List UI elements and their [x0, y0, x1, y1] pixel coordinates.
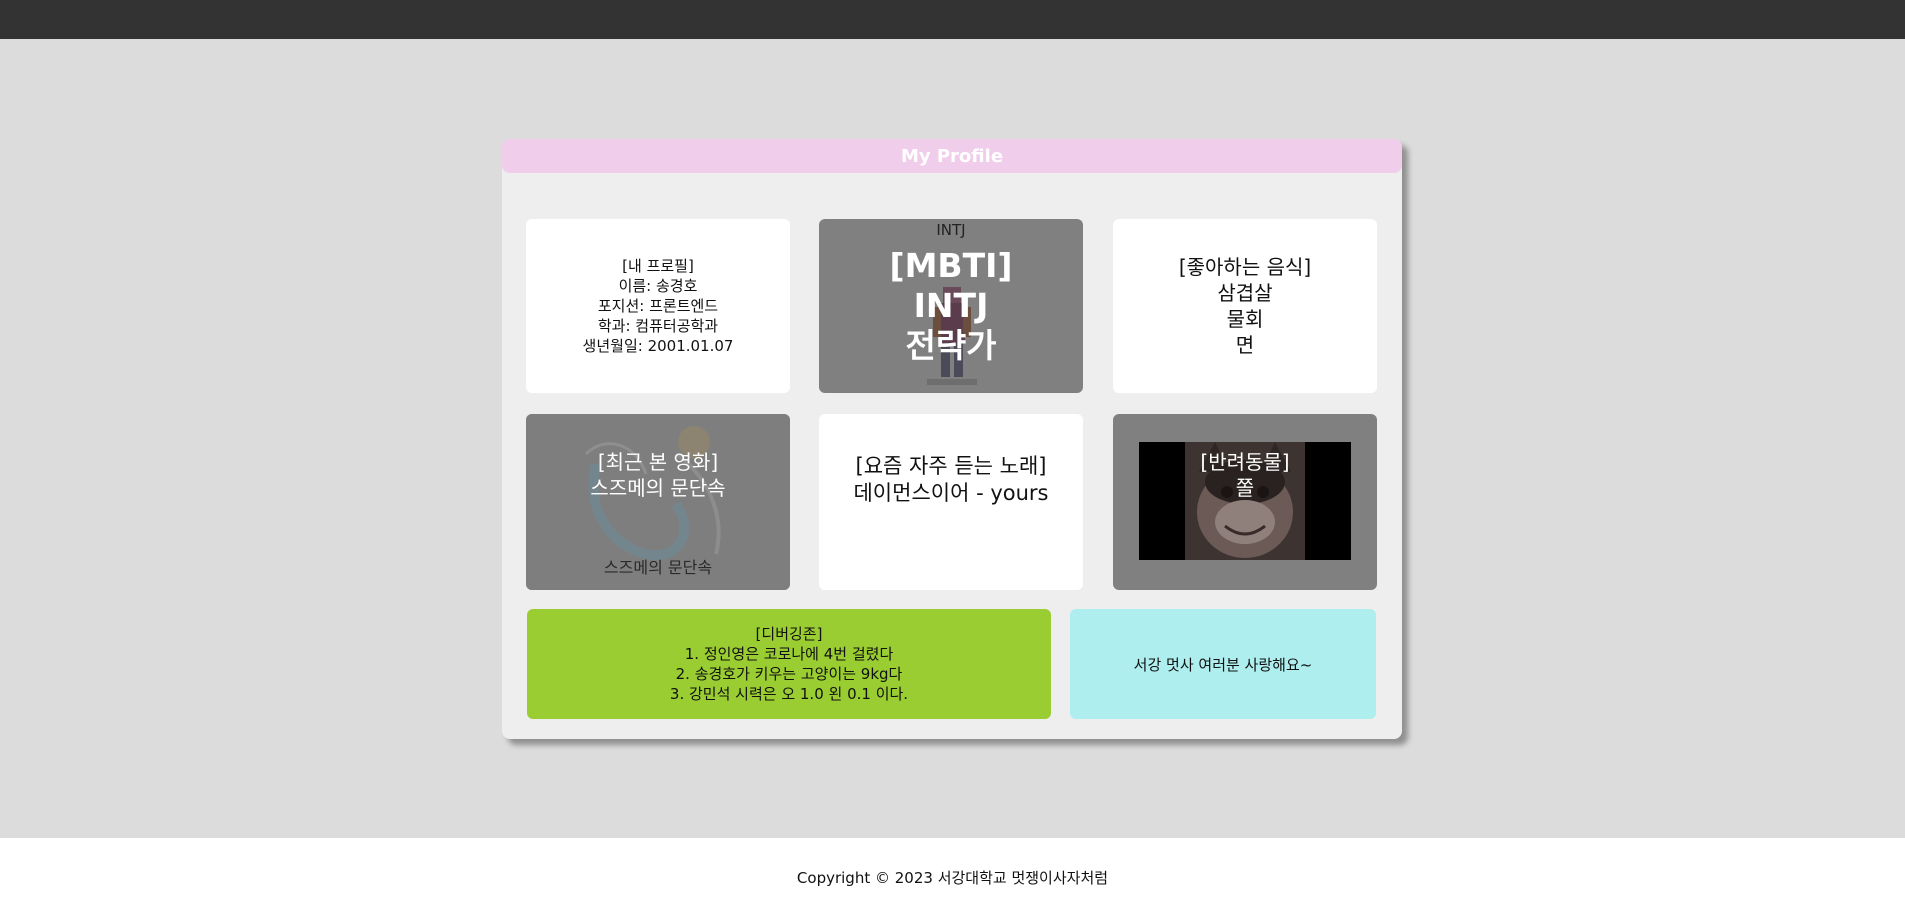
mbti-tile: INTJ [MBTI] INTJ 전략가: [819, 219, 1083, 393]
mbti-image-caption: INTJ: [936, 221, 966, 239]
movie-heading: [최근 본 영화]: [597, 449, 719, 474]
pet-tile: [반려동물] 쫄: [1113, 414, 1377, 590]
pet-name: 쫄: [1235, 475, 1255, 500]
pet-text: [반려동물] 쫄: [1200, 449, 1289, 501]
movie-tile: 스즈메의 문단속 [최근 본 영화] 스즈메의 문단속: [526, 414, 790, 590]
food-item: 삼겹살: [1217, 281, 1273, 305]
profile-position: 포지션: 프론트엔드: [597, 297, 719, 315]
pet-heading: [반려동물]: [1200, 449, 1290, 474]
song-text: [요즘 자주 듣는 노래] 데이먼스이어 - yours: [853, 453, 1048, 507]
profile-name: 이름: 송경호: [618, 277, 698, 295]
top-bar: [0, 0, 1905, 39]
profile-heading: [내 프로필]: [622, 257, 694, 275]
debug-tile: [디버깅존] 1. 정인영은 코로나에 4번 걸렸다 2. 송경호가 키우는 고…: [527, 609, 1051, 719]
song-title: 데이먼스이어 - yours: [853, 481, 1049, 505]
debug-heading: [디버깅존]: [755, 625, 823, 643]
debug-item: 3. 강민석 시력은 오 1.0 왼 0.1 이다.: [669, 685, 909, 703]
profile-card: My Profile [내 프로필] 이름: 송경호 포지션: 프론트엔드 학과…: [502, 139, 1402, 739]
card-title: My Profile: [502, 139, 1402, 173]
footer: Copyright © 2023 서강대학교 멋쟁이사자처럼: [0, 838, 1905, 917]
debug-item: 1. 정인영은 코로나에 4번 걸렸다: [684, 645, 894, 663]
mbti-heading: [MBTI]: [889, 246, 1013, 285]
movie-text: [최근 본 영화] 스즈메의 문단속: [590, 449, 725, 501]
food-tile: [좋아하는 음식] 삼겹살 물회 면: [1113, 219, 1377, 393]
food-item: 면: [1235, 333, 1255, 357]
movie-title: 스즈메의 문단속: [590, 475, 726, 500]
message-tile: 서강 멋사 여러분 사랑해요~: [1070, 609, 1376, 719]
food-heading: [좋아하는 음식]: [1178, 255, 1312, 279]
debug-item: 2. 송경호가 키우는 고양이는 9kg다: [675, 665, 903, 683]
mbti-type: INTJ: [913, 286, 989, 325]
profile-tile: [내 프로필] 이름: 송경호 포지션: 프론트엔드 학과: 컴퓨터공학과 생년…: [526, 219, 790, 393]
profile-major: 학과: 컴퓨터공학과: [597, 317, 719, 335]
message-text: 서강 멋사 여러분 사랑해요~: [1133, 655, 1313, 674]
song-tile: [요즘 자주 듣는 노래] 데이먼스이어 - yours: [819, 414, 1083, 590]
song-heading: [요즘 자주 듣는 노래]: [855, 454, 1047, 478]
movie-poster-title: 스즈메의 문단속: [603, 558, 713, 577]
mbti-title: 전략가: [905, 326, 997, 365]
food-item: 물회: [1226, 307, 1264, 331]
profile-birthday: 생년월일: 2001.01.07: [582, 337, 734, 355]
copyright-text: Copyright © 2023 서강대학교 멋쟁이사자처럼: [796, 869, 1109, 887]
